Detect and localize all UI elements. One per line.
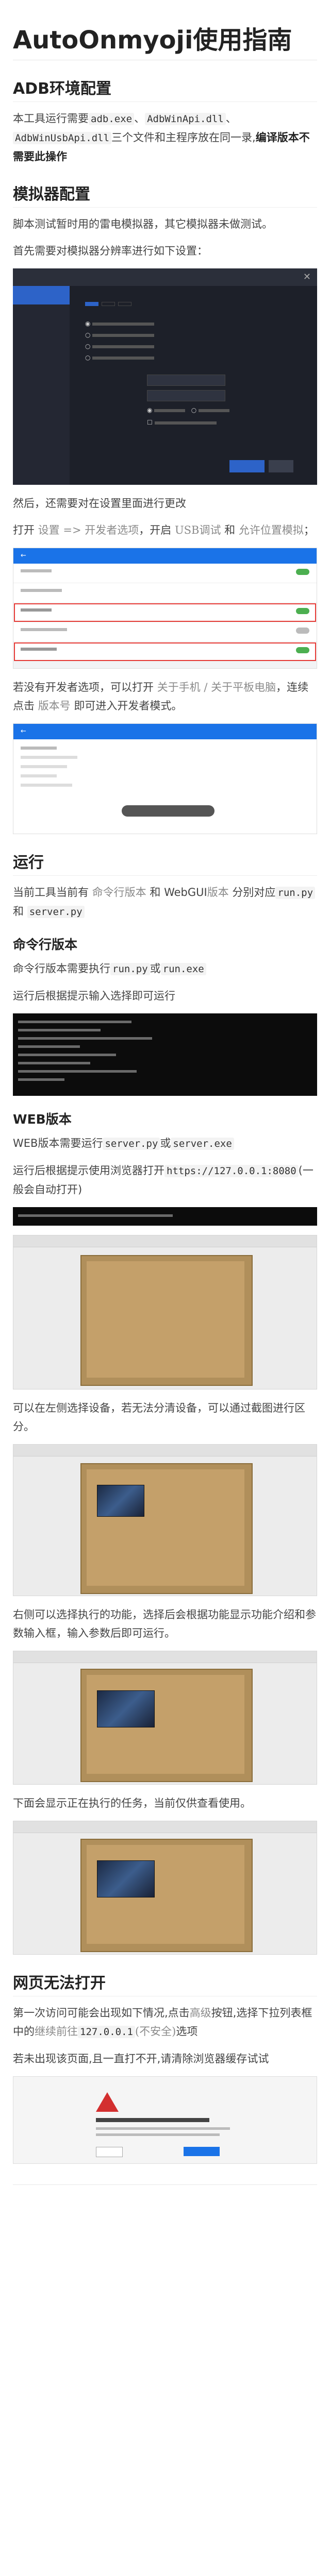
web-fail-paragraph-1: 第一次访问可能会出现如下情况,点击高级按钮,选择下拉列表框中的继续前往 127.0…	[13, 2007, 312, 2038]
code-web-server-py: server.py	[103, 1138, 160, 1150]
code-local-url: https://127.0.0.1:8080	[164, 1165, 299, 1177]
code-server-py: server.py	[27, 906, 85, 918]
browser-warning-screenshot	[13, 2076, 317, 2164]
page-title: AutoOnmyoji使用指南	[13, 25, 317, 60]
web-paragraph-5: 下面会显示正在执行的任务，当前仅供查看使用。	[13, 1797, 251, 1809]
server-terminal-screenshot	[13, 1207, 317, 1226]
section-web-fail-heading: 网页无法打开	[13, 1970, 317, 1996]
warning-icon	[96, 2092, 119, 2112]
web-paragraph-2: 运行后根据提示使用浏览器打开 https://127.0.0.1:8080 (一般会…	[13, 1164, 314, 1196]
toast-message	[122, 805, 214, 817]
emulator-paragraph-4: 打开 设置 => 开发者选项，开启 USB调试 和 允许位置模拟；	[13, 524, 315, 536]
code-loopback-ip: 127.0.0.1	[78, 2026, 135, 2038]
document: AutoOnmyoji使用指南 ADB环境配置 本工具运行需要 adb.exe、 A…	[13, 0, 317, 2185]
web-fail-paragraph-2: 若未出现该页面,且一直打不开,请清除浏览器缓存试试	[13, 2053, 269, 2065]
device-screenshot-thumbnail	[97, 1860, 155, 1897]
about-phone-screenshot: ←	[13, 723, 317, 834]
code-adbwinusbapi: AdbWinUsbApi.dll	[13, 132, 112, 144]
webgui-screenshot-4	[13, 1821, 317, 1955]
emulator-paragraph-1: 脚本测试暂时用的雷电模拟器，其它模拟器未做测试。	[13, 218, 273, 230]
web-paragraph-1: WEB版本需要运行 server.py 或 server.exe	[13, 1134, 317, 1153]
code-web-server-exe: server.exe	[171, 1138, 234, 1150]
web-heading: WEB版本	[13, 1112, 72, 1127]
emulator-settings-screenshot: ✕ ◉ ○ ○ ○ ◉ ○ ☐	[13, 268, 317, 485]
developer-options-screenshot: ←	[13, 548, 317, 669]
save-settings-button	[229, 460, 265, 472]
code-cli-run-py: run.py	[110, 963, 150, 975]
webgui-screenshot-3	[13, 1651, 317, 1785]
adb-paragraph: 本工具运行需要 adb.exe、 AdbWinApi.dll 、AdbWinUsbAp…	[13, 112, 310, 163]
code-run-py: run.py	[275, 887, 316, 899]
code-cli-run-exe: run.exe	[160, 963, 206, 975]
device-screenshot-thumbnail	[97, 1485, 144, 1517]
code-adb-exe: adb.exe	[89, 113, 135, 125]
cli-heading: 命令行版本	[13, 937, 78, 952]
device-screenshot-thumbnail	[97, 1690, 155, 1727]
code-adbwinapi: AdbWinApi.dll	[145, 113, 226, 125]
section-emulator-heading: 模拟器配置	[13, 181, 317, 208]
emulator-paragraph-3: 然后，还需要对在设置里面进行更改	[13, 497, 186, 510]
web-paragraph-3: 可以在左侧选择设备，若无法分清设备，可以通过截图进行区分。	[13, 1402, 305, 1433]
terminal-screenshot	[13, 1013, 317, 1096]
webgui-screenshot-2	[13, 1444, 317, 1596]
cli-paragraph-2: 运行后根据提示输入选择即可运行	[13, 990, 175, 1002]
section-adb-heading: ADB环境配置	[13, 76, 317, 102]
close-icon: ✕	[303, 272, 311, 282]
section-run-heading: 运行	[13, 850, 317, 876]
emulator-paragraph-2: 首先需要对模拟器分辨率进行如下设置：	[13, 245, 208, 257]
run-paragraph-1: 当前工具当前有 命令行版本 和 WebGUI版本 分别对应 run.py 和 se…	[13, 883, 317, 921]
cli-paragraph-1: 命令行版本需要执行 run.py 或 run.exe	[13, 959, 317, 978]
webgui-screenshot-1	[13, 1235, 317, 1389]
web-paragraph-4: 右侧可以选择执行的功能，选择后会根据功能显示功能介绍和参数输入框，输入参数后即可…	[13, 1608, 316, 1639]
cancel-button	[269, 460, 293, 472]
emulator-paragraph-5: 若没有开发者选项，可以打开 关于手机 / 关于平板电脑，连续点击 版本号 即可进…	[13, 681, 309, 712]
